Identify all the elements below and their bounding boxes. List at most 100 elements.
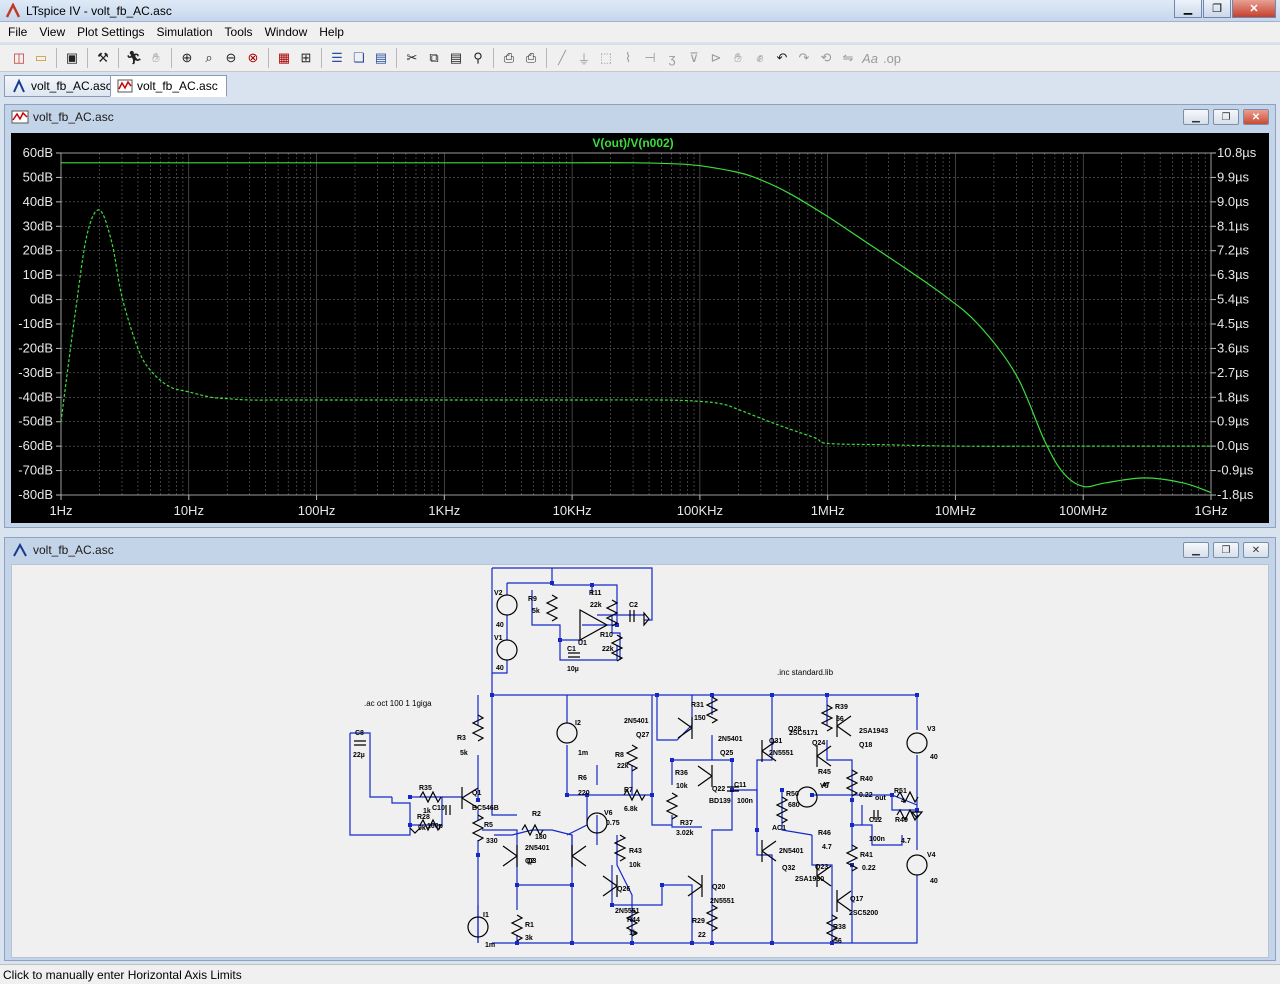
capacitor-icon[interactable]: ⊣ [639, 47, 661, 69]
schematic-label[interactable]: R5 [484, 822, 493, 829]
redo-icon[interactable]: ↷ [793, 47, 815, 69]
schematic-label[interactable]: Q25 [720, 750, 733, 757]
schematic-label[interactable]: Q26 [617, 886, 630, 893]
directive-ac[interactable]: .ac oct 100 1 1giga [364, 699, 432, 708]
schematic-label[interactable]: R46 [818, 830, 831, 837]
spice-directive-icon[interactable]: .op [881, 47, 903, 69]
schematic-label[interactable]: C10 [432, 805, 445, 812]
schematic-label[interactable]: 2N5551 [769, 750, 794, 757]
schematic-label[interactable]: 40 [930, 754, 938, 761]
schematic-label[interactable]: Q32 [782, 865, 795, 872]
schematic-label[interactable]: BD139 [709, 798, 731, 805]
schematic-label[interactable]: R38 [833, 924, 846, 931]
schematic-label[interactable]: 1m [578, 750, 588, 757]
schematic-label[interactable]: 56 [836, 716, 844, 723]
schematic-label[interactable]: R40 [860, 776, 873, 783]
schematic-label[interactable]: V1 [494, 635, 503, 642]
waveform-restore-button[interactable]: ❐ [1213, 109, 1239, 125]
rotate-icon[interactable]: ⟲ [815, 47, 837, 69]
window-icon[interactable]: ▤ [370, 47, 392, 69]
schematic-label[interactable]: V2 [494, 590, 503, 597]
schematic-label[interactable]: I2 [575, 720, 581, 727]
schematic-label[interactable]: 3k [525, 935, 533, 942]
schematic-label[interactable]: 40 [496, 665, 504, 672]
schematic-label[interactable]: BC546B [472, 805, 499, 812]
new-schematic-icon[interactable]: ◫ [8, 47, 30, 69]
schematic-label[interactable]: R8 [615, 752, 624, 759]
schematic-label[interactable]: R10 [600, 632, 613, 639]
schematic-label[interactable]: I1 [483, 912, 489, 919]
schematic-label[interactable]: 22k [590, 602, 602, 609]
schematic-label[interactable]: 100p [427, 823, 443, 830]
copy-icon[interactable]: ⧉ [423, 47, 445, 69]
right-axis-labels[interactable]: 10.8µs 9.9µs 9.0µs 8.1µs 7.2µs 6.3µs 5.4µs 4.5µ… [1211, 145, 1257, 502]
schematic-label[interactable]: 56 [834, 938, 842, 945]
move-icon[interactable]: ✋︎ [727, 47, 749, 69]
schematic-label[interactable]: 2N5401 [779, 848, 804, 855]
wire-icon[interactable]: ╱ [551, 47, 573, 69]
schematic-label[interactable]: R50 [786, 791, 799, 798]
schematic-label[interactable]: V5 [820, 783, 829, 790]
schematic-label[interactable]: R6 [578, 775, 587, 782]
schematic-label[interactable]: Q22 [712, 786, 725, 793]
plot-pane-icon[interactable]: ⊞ [295, 47, 317, 69]
schematic-label[interactable]: 0.22 [862, 865, 876, 872]
schematic-label[interactable]: 1m [485, 942, 495, 949]
label-icon[interactable]: ⬚ [595, 47, 617, 69]
schematic-window-titlebar[interactable]: volt_fb_AC.asc ▁ ❐ ✕ [5, 538, 1275, 562]
schematic-label[interactable]: 5k [460, 750, 468, 757]
text-icon[interactable]: Aa [859, 47, 881, 69]
drag-icon[interactable]: ✊︎ [749, 47, 771, 69]
schematic-label[interactable]: out [875, 795, 887, 802]
schematic-label[interactable]: 0.22 [859, 792, 873, 799]
schematic-label[interactable]: Q23 [815, 864, 828, 871]
schematic-label[interactable]: V3 [927, 726, 936, 733]
schematic-label[interactable]: 22 [698, 932, 706, 939]
schematic-label[interactable]: 2SA1943 [859, 728, 888, 735]
trace-title[interactable]: V(out)/V(n002) [592, 136, 673, 150]
schematic-label[interactable]: C11 [734, 782, 747, 789]
schematic-label[interactable]: AC1 [772, 825, 786, 832]
schematic-label[interactable]: 40 [496, 622, 504, 629]
schematic-label[interactable]: 150 [694, 715, 706, 722]
mirror-icon[interactable]: ⇋ [837, 47, 859, 69]
schematic-label[interactable]: R36 [675, 770, 688, 777]
schematic-label[interactable]: 10µ [567, 666, 579, 673]
schematic-label[interactable]: 4 [901, 798, 905, 805]
schematic-label[interactable]: C12 [869, 817, 882, 824]
schematic-label[interactable]: 4.7 [822, 844, 832, 851]
menu-simulation[interactable]: Simulation [151, 25, 219, 39]
schematic-label[interactable]: Q27 [636, 732, 649, 739]
save-icon[interactable]: ▣ [61, 47, 83, 69]
schematic-label[interactable]: C2 [629, 602, 638, 609]
plot-area[interactable]: 60dB 50dB 40dB 30dB 20dB 10dB 0dB -10dB -20dB -30… [11, 133, 1269, 523]
menu-view[interactable]: View [33, 25, 71, 39]
schematic-label[interactable]: R41 [860, 852, 873, 859]
schematic-label[interactable]: R2 [532, 811, 541, 818]
schematic-label[interactable]: V6 [604, 810, 613, 817]
schematic-label[interactable]: 10k [629, 862, 641, 869]
schematic-label[interactable]: 4.7 [901, 838, 911, 845]
schematic-label[interactable]: 2N5401 [525, 845, 550, 852]
schematic-label[interactable]: 2N5401 [624, 718, 649, 725]
schematic-label[interactable]: Q18 [859, 742, 872, 749]
tile-icon[interactable]: ☰ [326, 47, 348, 69]
schematic-label[interactable]: R7 [624, 787, 633, 794]
tab-waveform[interactable]: volt_fb_AC.asc [110, 75, 227, 97]
left-axis-labels[interactable]: 60dB 50dB 40dB 30dB 20dB 10dB 0dB -10dB -20dB -30… [18, 145, 61, 502]
schematic-label[interactable]: U1 [578, 640, 587, 647]
undo-icon[interactable]: ↶ [771, 47, 793, 69]
schematic-label[interactable]: Q31 [769, 738, 782, 745]
schematic-label[interactable]: Q3 [527, 858, 536, 865]
schematic-label[interactable]: 100n [869, 836, 885, 843]
find-icon[interactable]: ⚲ [467, 47, 489, 69]
run-icon[interactable]: 🏃︎ [123, 47, 145, 69]
schematic-restore-button[interactable]: ❐ [1213, 542, 1239, 558]
schematic-label[interactable]: R44 [627, 917, 640, 924]
schematic-label[interactable]: V4 [927, 852, 936, 859]
schematic-label[interactable]: 3.02k [676, 830, 694, 837]
schematic-label[interactable]: 1k [629, 930, 637, 937]
waveform-window-titlebar[interactable]: volt_fb_AC.asc ▁ ❐ ✕ [5, 105, 1275, 129]
resistor-icon[interactable]: ⌇ [617, 47, 639, 69]
schematic-label[interactable]: R51 [894, 788, 907, 795]
